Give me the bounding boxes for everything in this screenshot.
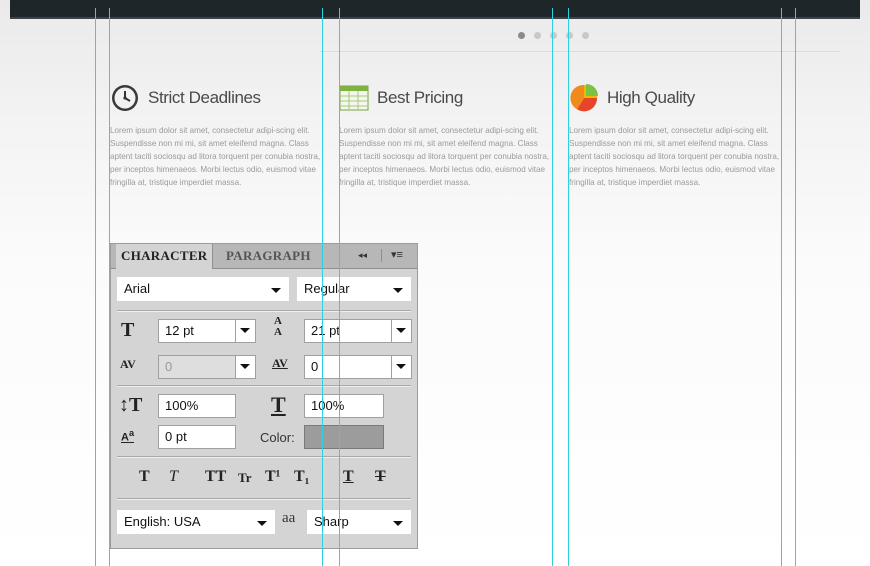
vertical-scale-value: 100% <box>165 398 199 413</box>
panel-tab-bar: CHARACTER PARAGRAPH ◂◂ ▾≡ <box>111 244 417 269</box>
guide-line <box>109 8 110 566</box>
language-value: English: USA <box>124 514 201 529</box>
color-swatch[interactable] <box>304 425 384 449</box>
small-caps-button[interactable]: Tr <box>238 470 251 486</box>
feature-body: Lorem ipsum dolor sit amet, consectetur … <box>569 126 780 187</box>
chevron-down-icon <box>393 288 403 293</box>
panel-divider <box>117 498 411 500</box>
feature-title: High Quality <box>607 88 695 107</box>
chevron-down-icon <box>271 288 281 293</box>
slider-dot-1[interactable] <box>518 32 525 39</box>
character-panel: CHARACTER PARAGRAPH ◂◂ ▾≡ Arial Regular … <box>110 243 418 549</box>
feature-high-quality: High Quality Lorem ipsum dolor sit amet,… <box>569 80 783 189</box>
feature-body: Lorem ipsum dolor sit amet, consectetur … <box>110 126 321 187</box>
pie-chart-icon <box>570 84 598 112</box>
panel-divider <box>117 456 411 458</box>
guide-line <box>568 8 569 566</box>
language-select[interactable]: English: USA <box>117 510 275 534</box>
slider-dots <box>518 32 589 40</box>
guide-line <box>95 8 96 566</box>
antialias-value: Sharp <box>314 514 349 529</box>
feature-best-pricing: Best Pricing Lorem ipsum dolor sit amet,… <box>339 80 553 189</box>
tab-paragraph[interactable]: PARAGRAPH <box>226 244 311 268</box>
collapse-panel-icon[interactable]: ◂◂ <box>358 250 367 261</box>
font-size-field[interactable]: 12 pt <box>158 319 256 343</box>
slider-dot-5[interactable] <box>582 32 589 39</box>
font-size-icon: T <box>121 319 135 341</box>
subscript-button[interactable]: T₁ <box>294 468 309 486</box>
guide-line <box>781 8 782 566</box>
font-size-value: 12 pt <box>165 323 194 338</box>
tab-separator <box>381 249 382 262</box>
clock-icon <box>112 85 138 111</box>
chevron-down-icon[interactable] <box>391 356 411 378</box>
superscript-button[interactable]: T¹ <box>265 468 280 486</box>
chevron-down-icon[interactable] <box>235 320 255 342</box>
baseline-shift-icon: Aa <box>121 428 135 444</box>
strikethrough-button[interactable]: T <box>375 468 386 486</box>
font-style-select[interactable]: Regular <box>297 277 411 301</box>
antialias-icon: aa <box>282 510 296 526</box>
faux-italic-button[interactable]: T <box>169 468 178 486</box>
slider-dot-2[interactable] <box>534 32 541 39</box>
top-bar-rule <box>10 17 860 19</box>
vertical-scale-field[interactable]: 100% <box>158 394 236 418</box>
guide-line <box>339 8 340 566</box>
header-divider <box>320 51 840 52</box>
panel-divider <box>117 310 411 312</box>
kerning-field[interactable]: 0 <box>158 355 256 379</box>
vertical-scale-icon: ↕T <box>119 394 143 416</box>
horizontal-scale-icon: T <box>271 392 286 417</box>
chevron-down-icon[interactable] <box>391 320 411 342</box>
tab-character[interactable]: CHARACTER <box>116 244 214 269</box>
feature-title: Strict Deadlines <box>148 88 261 107</box>
chevron-down-icon[interactable] <box>235 356 255 378</box>
color-label: Color: <box>260 430 295 445</box>
tracking-value: 0 <box>311 359 319 374</box>
font-style-value: Regular <box>304 281 350 296</box>
chevron-down-icon <box>257 521 267 526</box>
feature-title: Best Pricing <box>377 88 463 107</box>
leading-field[interactable]: 21 pt <box>304 319 412 343</box>
underline-button[interactable]: T <box>343 468 354 486</box>
chevron-down-icon <box>393 521 403 526</box>
font-family-select[interactable]: Arial <box>117 277 289 301</box>
leading-value: 21 pt <box>311 323 340 338</box>
faux-bold-button[interactable]: T <box>139 468 150 486</box>
kerning-value: 0 <box>165 359 173 374</box>
feature-strict-deadlines: Strict Deadlines Lorem ipsum dolor sit a… <box>110 80 324 189</box>
top-navigation-bar <box>10 0 860 17</box>
spreadsheet-icon <box>339 85 369 111</box>
tracking-field[interactable]: 0 <box>304 355 412 379</box>
baseline-shift-field[interactable]: 0 pt <box>158 425 236 449</box>
leading-icon: AA <box>274 315 282 338</box>
panel-menu-icon[interactable]: ▾≡ <box>391 248 403 261</box>
baseline-shift-value: 0 pt <box>165 429 187 444</box>
horizontal-scale-field[interactable]: 100% <box>304 394 384 418</box>
font-family-value: Arial <box>124 281 151 296</box>
feature-body: Lorem ipsum dolor sit amet, consectetur … <box>339 126 550 187</box>
panel-divider <box>117 385 411 387</box>
guide-line <box>552 8 553 566</box>
guide-line <box>322 8 323 566</box>
tracking-icon: AV <box>272 356 288 370</box>
kerning-icon: AV <box>120 357 136 371</box>
all-caps-button[interactable]: TT <box>205 468 226 486</box>
guide-line <box>795 8 796 566</box>
